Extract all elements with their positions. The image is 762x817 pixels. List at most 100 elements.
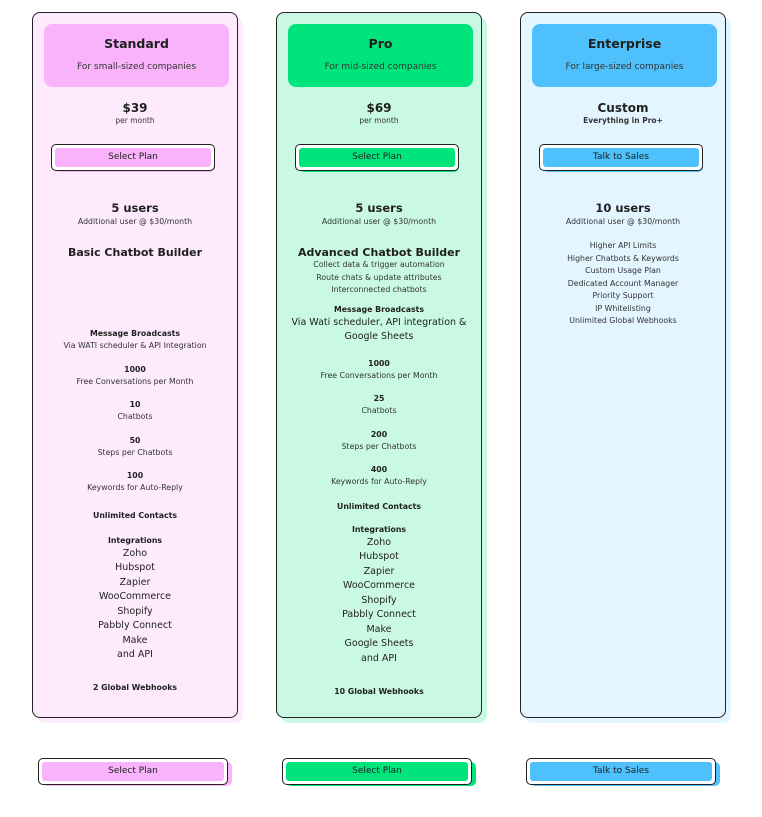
integration-item: Shopify [117, 605, 153, 617]
plan-description: For mid-sized companies [324, 62, 437, 72]
button-label: Talk to Sales [543, 148, 699, 167]
global-webhooks: 10 Global Webhooks [334, 687, 424, 696]
plan-description: For large-sized companies [565, 62, 684, 72]
stat-block: 50 Steps per Chatbots [33, 435, 237, 460]
bottom-enterprise-wrap: Talk to Sales [526, 758, 720, 786]
bottom-enterprise-talk-to-sales-button[interactable]: Talk to Sales [526, 758, 716, 785]
broadcast-sub: Via WATI scheduler & API Integration [63, 341, 207, 350]
standard-plan-card: Standard For small-sized companies $39 p… [32, 12, 238, 718]
feature-item: Unlimited Global Webhooks [569, 316, 677, 325]
stat-block: 400 Keywords for Auto-Reply [277, 464, 481, 489]
stat-number: 200 [370, 429, 388, 439]
stat-block: 200 Steps per Chatbots [277, 429, 481, 454]
plan-description: For small-sized companies [76, 62, 197, 72]
contacts: Unlimited Contacts [93, 510, 177, 520]
stat-block: 10 Chatbots [33, 399, 237, 424]
pro-features: 5 users Additional user @ $30/month Adva… [277, 201, 481, 698]
chatbot-builder: Advanced Chatbot Builder [297, 246, 461, 259]
users-additional: Additional user @ $30/month [565, 217, 681, 226]
integration-item: Shopify [361, 594, 397, 606]
feature-item: Priority Support [592, 291, 654, 300]
integration-item: Zapier [119, 576, 151, 588]
feature-item: Dedicated Account Manager [567, 278, 679, 288]
stat-number: 1000 [368, 358, 390, 368]
bottom-pro-wrap: Select Plan [282, 758, 476, 786]
standard-select-plan-button[interactable]: Select Plan [51, 144, 215, 171]
builder-feature: Interconnected chatbots [331, 285, 427, 294]
feature-item: Higher Chatbots & Keywords [567, 253, 679, 263]
button-label: Select Plan [286, 762, 468, 781]
integrations-title: Integrations [351, 524, 407, 534]
price-period: Everything in Pro+ [583, 116, 663, 125]
stat-number: 400 [370, 465, 388, 474]
stat-block: 1000 Free Conversations per Month [33, 364, 237, 389]
stat-number: 100 [126, 471, 144, 480]
standard-select-wrap: Select Plan [51, 144, 215, 172]
feature-item: Custom Usage Plan [585, 266, 661, 275]
plan-price: Custom Everything in Pro+ [521, 101, 725, 125]
plan-price: $69 per month [277, 101, 481, 125]
global-webhooks: 2 Global Webhooks [92, 682, 178, 692]
integration-item: Make [366, 623, 392, 635]
integration-item: Zapier [363, 565, 395, 577]
price-amount: $69 [366, 101, 392, 115]
stat-block: 100 Keywords for Auto-Reply [33, 470, 237, 495]
integration-item: Zoho [122, 547, 148, 559]
enterprise-sales-wrap: Talk to Sales [539, 144, 703, 172]
integration-item: Google Sheets [344, 638, 414, 649]
stat-number: 1000 [124, 364, 146, 374]
stat-block: 25 Chatbots [277, 393, 481, 418]
integrations-title: Integrations [107, 535, 163, 545]
stat-number: 50 [129, 435, 141, 445]
bottom-pro-select-plan-button[interactable]: Select Plan [282, 758, 472, 785]
enterprise-talk-to-sales-button[interactable]: Talk to Sales [539, 144, 703, 171]
pro-plan-card: Pro For mid-sized companies $69 per mont… [276, 12, 482, 718]
plan-price: $39 per month [33, 101, 237, 125]
builder-feature: Route chats & update attributes [316, 272, 442, 282]
bottom-standard-select-plan-button[interactable]: Select Plan [38, 758, 228, 785]
enterprise-feature-list: Higher API Limits Higher Chatbots & Keyw… [521, 240, 725, 328]
integration-item: Pabbly Connect [98, 620, 172, 631]
enterprise-plan-card: Enterprise For large-sized companies Cus… [520, 12, 726, 718]
price-amount: $39 [122, 101, 148, 115]
integration-item: WooCommerce [342, 580, 416, 591]
stat-label: Steps per Chatbots [341, 441, 417, 451]
price-amount: Custom [597, 101, 649, 115]
integration-item: Pabbly Connect [342, 609, 416, 620]
contacts: Unlimited Contacts [337, 501, 421, 511]
pro-select-plan-button[interactable]: Select Plan [295, 144, 459, 171]
feature-item: IP Whitelisting [595, 303, 651, 313]
stat-label: Chatbots [117, 412, 153, 421]
price-period: per month [359, 116, 399, 125]
users-count: 10 users [595, 201, 651, 215]
users-count: 5 users [111, 201, 159, 215]
stat-label: Steps per Chatbots [97, 447, 173, 457]
integration-item: Make [122, 634, 148, 646]
broadcast-title: Message Broadcasts [89, 329, 181, 338]
enterprise-header: Enterprise For large-sized companies [532, 24, 717, 87]
enterprise-features: 10 users Additional user @ $30/month Hig… [521, 201, 725, 328]
integration-item: and API [117, 649, 153, 660]
chatbot-builder: Basic Chatbot Builder [67, 246, 203, 259]
integration-item: Hubspot [359, 551, 399, 562]
stat-number: 25 [373, 394, 385, 403]
stat-label: Keywords for Auto-Reply [331, 477, 427, 486]
button-label: Select Plan [55, 148, 211, 167]
pro-header: Pro For mid-sized companies [288, 24, 473, 87]
feature-item: Higher API Limits [589, 241, 657, 250]
stat-label: Free Conversations per Month [320, 370, 438, 380]
broadcast-block: Message Broadcasts Via WATI scheduler & … [33, 328, 237, 353]
users-count: 5 users [355, 201, 403, 215]
standard-header: Standard For small-sized companies [44, 24, 229, 87]
standard-features: 5 users Additional user @ $30/month Basi… [33, 201, 237, 694]
price-period: per month [115, 116, 155, 125]
plan-name: Standard [104, 36, 169, 51]
stat-label: Keywords for Auto-Reply [87, 483, 183, 492]
broadcast-line: Via Wati scheduler, API integration & [291, 316, 467, 328]
integration-item: and API [361, 652, 397, 664]
integration-item: Zoho [366, 536, 392, 548]
button-label: Talk to Sales [530, 762, 712, 781]
builder-feature: Collect data & trigger automation [313, 260, 445, 269]
stat-label: Free Conversations per Month [76, 376, 194, 386]
plan-name: Enterprise [587, 36, 662, 51]
